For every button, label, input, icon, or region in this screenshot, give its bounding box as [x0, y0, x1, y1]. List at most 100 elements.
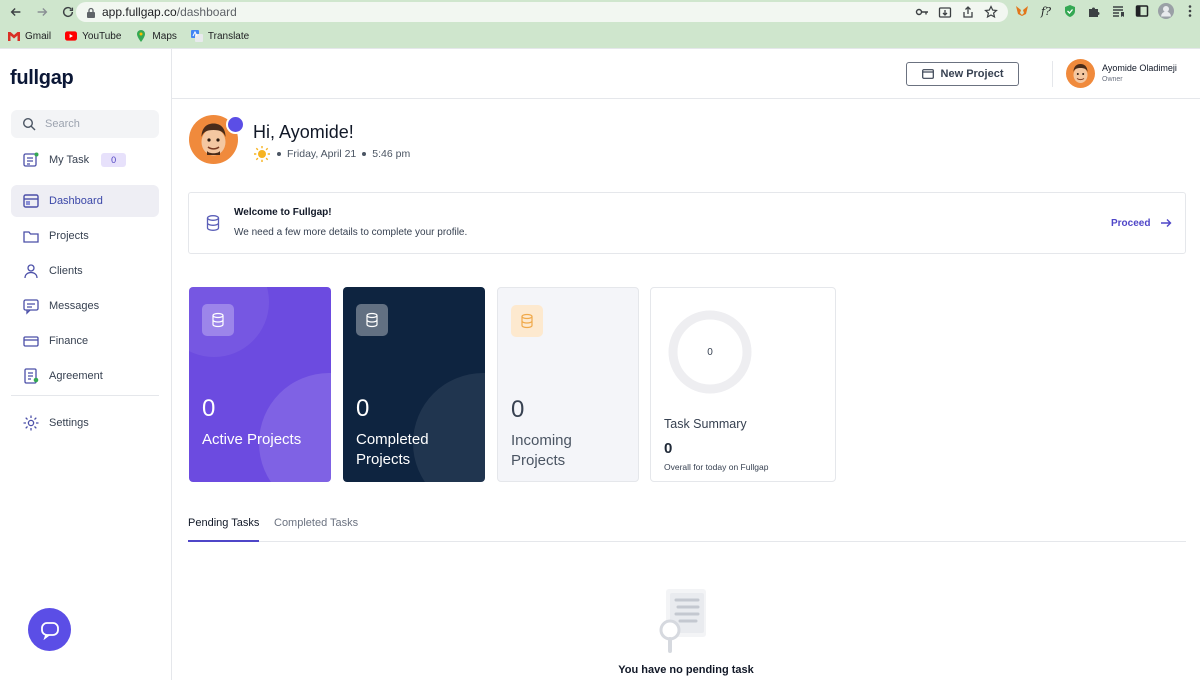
reading-list-icon[interactable]	[1110, 3, 1126, 19]
tab-pending-tasks[interactable]: Pending Tasks	[188, 517, 260, 542]
status-badge	[226, 115, 245, 134]
completed-projects-label: Completed Projects	[356, 431, 429, 468]
side-panel-icon[interactable]	[1134, 3, 1150, 19]
bookmark-label: Gmail	[25, 30, 52, 42]
banner-description: We need a few more details to complete y…	[234, 227, 468, 238]
database-icon	[356, 304, 388, 336]
separator-dot	[362, 152, 367, 156]
search-box[interactable]	[11, 110, 159, 138]
star-icon[interactable]	[984, 5, 998, 19]
database-icon	[206, 215, 220, 231]
task-summary-card[interactable]: 0 Task Summary 0 Overall for today on Fu…	[650, 287, 836, 482]
user-role: Owner	[1102, 76, 1123, 83]
sidebar: fullgap My Task 0 Dashboard Projects	[0, 49, 172, 680]
sidebar-item-messages[interactable]: Messages	[11, 290, 159, 322]
page-title: Hi, Ayomide!	[253, 122, 354, 142]
chat-bubble-icon	[40, 621, 59, 640]
active-projects-label: Active Projects	[202, 431, 302, 448]
sidebar-item-dashboard[interactable]: Dashboard	[11, 185, 159, 217]
bookmark-maps[interactable]: Maps	[135, 30, 177, 42]
sidebar-item-label: Messages	[49, 300, 100, 312]
bookmark-gmail[interactable]: Gmail	[8, 30, 51, 42]
dashboard-icon	[22, 192, 40, 210]
clients-icon	[22, 262, 40, 280]
app-logo[interactable]: fullgap	[10, 67, 74, 90]
new-project-label: New Project	[940, 68, 1004, 80]
kebab-menu-icon[interactable]	[1182, 3, 1198, 19]
proceed-link[interactable]: Proceed	[1111, 217, 1172, 229]
sidebar-item-label: Clients	[49, 265, 83, 277]
completed-projects-count: 0	[356, 395, 370, 422]
key-icon[interactable]	[915, 5, 929, 19]
folder-icon	[22, 227, 40, 245]
sidebar-divider	[11, 395, 159, 396]
completed-projects-card[interactable]: 0 Completed Projects	[343, 287, 485, 482]
messages-icon	[22, 297, 40, 315]
memoji-avatar-icon	[1073, 64, 1088, 83]
sidebar-item-my-task[interactable]: My Task 0	[11, 144, 159, 176]
shield-icon[interactable]	[1062, 3, 1078, 19]
gear-icon	[22, 414, 40, 432]
user-name: Ayomide Oladimeji	[1102, 63, 1177, 73]
greeting-date: Friday, April 21	[287, 148, 357, 160]
active-projects-count: 0	[202, 395, 216, 422]
bookmark-translate[interactable]: Translate	[190, 30, 250, 42]
bookmark-youtube[interactable]: YouTube	[65, 30, 121, 42]
install-icon[interactable]	[938, 5, 952, 19]
sidebar-item-label: Finance	[49, 335, 89, 347]
search-icon	[21, 116, 37, 132]
incoming-projects-count: 0	[511, 396, 525, 423]
sidebar-item-label: My Task	[49, 154, 90, 166]
metamask-icon[interactable]	[1014, 3, 1030, 19]
share-icon[interactable]	[961, 5, 975, 19]
search-input[interactable]	[45, 118, 145, 130]
incoming-projects-card[interactable]: 0 Incoming Projects	[497, 287, 639, 482]
task-summary-ring-value: 0	[707, 347, 713, 358]
task-count-badge: 0	[101, 153, 127, 167]
tab-completed-tasks[interactable]: Completed Tasks	[274, 517, 358, 542]
back-button[interactable]	[4, 0, 28, 24]
arrow-right-icon	[1161, 219, 1172, 227]
task-summary-title: Task Summary	[664, 417, 747, 431]
browser-chrome: app.fullgap.co/dashboard f? Gmail YouTub…	[0, 0, 1200, 48]
new-project-button[interactable]: New Project	[906, 62, 1019, 86]
forward-button[interactable]	[30, 0, 54, 24]
sidebar-item-projects[interactable]: Projects	[11, 220, 159, 252]
finance-icon	[22, 332, 40, 350]
active-projects-card[interactable]: 0 Active Projects	[189, 287, 331, 482]
task-summary-count: 0	[664, 440, 673, 457]
bookmark-label: Translate	[207, 30, 250, 42]
topbar-divider	[1052, 61, 1053, 87]
bookmarks-bar: Gmail YouTube Maps Translate	[0, 27, 249, 45]
formula-icon[interactable]: f?	[1038, 3, 1054, 19]
sidebar-item-agreement[interactable]: Agreement	[11, 360, 159, 392]
sidebar-item-label: Dashboard	[49, 195, 103, 207]
translate-icon	[190, 30, 203, 42]
avatar[interactable]	[1066, 59, 1095, 88]
support-chat-button[interactable]	[28, 608, 71, 651]
gmail-icon	[8, 30, 20, 42]
reload-icon	[62, 6, 74, 18]
empty-tasks-illustration	[659, 589, 706, 653]
empty-state-text: You have no pending task	[618, 664, 754, 676]
sidebar-item-label: Settings	[49, 417, 89, 429]
address-bar[interactable]: app.fullgap.co/dashboard	[76, 2, 1008, 22]
maps-icon	[135, 30, 147, 42]
card-decoration	[259, 373, 331, 482]
lock-icon	[84, 5, 98, 19]
incoming-projects-label: Incoming Projects	[511, 432, 572, 469]
sidebar-item-clients[interactable]: Clients	[11, 255, 159, 287]
youtube-icon	[65, 30, 78, 42]
sidebar-item-finance[interactable]: Finance	[11, 325, 159, 357]
puzzle-icon[interactable]	[1086, 3, 1102, 19]
forward-arrow-icon	[37, 8, 48, 16]
profile-icon[interactable]	[1158, 3, 1174, 19]
task-tabs: Pending Tasks Completed Tasks	[188, 516, 1186, 542]
back-arrow-icon	[10, 8, 21, 16]
greeting-time: 5:46 pm	[372, 148, 411, 160]
browser-toolbar: app.fullgap.co/dashboard f?	[0, 0, 1200, 24]
separator-dot	[277, 152, 281, 156]
sidebar-item-settings[interactable]: Settings	[11, 407, 159, 439]
sidebar-item-label: Projects	[49, 230, 89, 242]
window-icon	[921, 69, 934, 79]
